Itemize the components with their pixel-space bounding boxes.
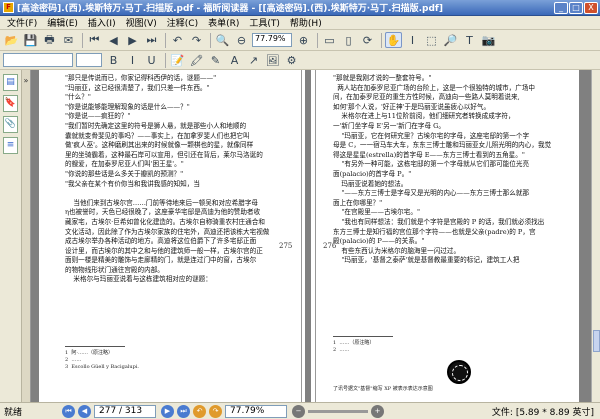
snapshot-icon[interactable]: ⬚ [423,32,440,48]
fit-page-icon[interactable]: ▭ [321,32,338,48]
figure-caption: 了讯号据文"基督"缩写 XP 被表示表达示意图 [333,386,433,392]
main-toolbar: 📂 💾 🖶 ✉ ⏮ ◀ ▶ ⏭ ↶ ↷ 🔍 ⊖ 77.79% ⊕ ▭ ▯ ⟳ ✋… [0,30,600,51]
secondary-toolbar: B I U 📝 🖍 ✎ A ↗ 🖼 ⚙ [0,51,600,70]
save-icon[interactable]: 💾 [22,32,39,48]
left-page: 275 "那只是传说而已，你家记得科西伊的话，谜题——" "玛丽亚，这已经很清楚… [39,70,305,402]
toolbar-separator [317,32,318,48]
zoom-menu-icon[interactable]: 🔍 [214,32,231,48]
menu-form[interactable]: 表单(R) [203,16,244,29]
window-title: [高途密码].(西).埃斯特万·马丁.扫描版.pdf - 福昕阅读器 - [[高… [17,4,443,14]
back-button[interactable]: ↶ [193,404,206,418]
document-view[interactable]: 275 "那只是传说而已，你家记得科西伊的话，谜题——" "玛丽亚，这已经很清楚… [31,70,591,402]
title-bar: F [高途密码].(西).埃斯特万·马丁.扫描版.pdf - 福昕阅读器 - [… [0,0,600,16]
layers-icon[interactable]: ≡ [3,137,18,154]
next-page-icon[interactable]: ▶ [124,32,141,48]
bookmarks-icon[interactable]: 🔖 [3,95,18,112]
expand-arrow-icon[interactable]: » [22,76,30,85]
menu-comment[interactable]: 注释(C) [162,16,203,29]
email-icon[interactable]: ✉ [60,32,77,48]
zoom-slider[interactable] [308,409,368,413]
footnote-rule [65,346,125,347]
camera-icon[interactable]: 📷 [480,32,497,48]
font-select[interactable] [3,53,73,67]
page-number-field[interactable]: 277 / 313 [94,404,156,418]
underline-icon[interactable]: U [143,52,160,68]
toolbar-separator [165,52,166,68]
highlight-icon[interactable]: 🖍 [188,52,205,68]
font-size-select[interactable] [76,53,102,67]
toolbar-separator [381,32,382,48]
right-body-text: "那就是我刚才说的一整套符号。" 两人站在加泰罗尼亚广场的台阶上，这是一个很独特… [333,74,552,265]
status-text: 就绪 [4,407,23,418]
pages-icon[interactable]: ▤ [3,74,18,91]
minimize-button[interactable]: _ [554,1,568,14]
zoom-in-button[interactable]: + [371,404,384,418]
app-icon: F [3,2,14,13]
scroll-thumb[interactable] [593,330,600,352]
find-icon[interactable]: 🔎 [442,32,459,48]
toolbar-separator [165,32,166,48]
zoom-out-button[interactable]: − [292,404,305,418]
forward-icon[interactable]: ↷ [188,32,205,48]
select-text-icon[interactable]: I [404,32,421,48]
back-icon[interactable]: ↶ [169,32,186,48]
zoom-input[interactable]: 77.79% [252,33,292,47]
menu-insert[interactable]: 插入(I) [83,16,121,29]
attachments-icon[interactable]: 📎 [3,116,18,133]
image-icon[interactable]: 🖼 [264,52,281,68]
previous-page-icon[interactable]: ◀ [105,32,122,48]
first-page-button[interactable]: ⏮ [62,404,75,418]
typewriter-icon[interactable]: T [461,32,478,48]
last-page-icon[interactable]: ⏭ [143,32,160,48]
first-page-icon[interactable]: ⏮ [86,32,103,48]
rotate-icon[interactable]: ⟳ [359,32,376,48]
left-footnotes: 1 阿·……（原注略） 2 …… 3 Escollo Güell y Bacig… [65,350,140,371]
navigation-panel: ▤ 🔖 📎 ≡ [0,70,22,402]
fit-width-icon[interactable]: ▯ [340,32,357,48]
toolbar-separator [210,32,211,48]
footnote-rule [333,336,393,337]
open-icon[interactable]: 📂 [3,32,20,48]
previous-page-button[interactable]: ◀ [78,404,91,418]
close-button[interactable]: X [584,1,598,14]
status-bar: 就绪 ⏮ ◀ 277 / 313 ▶ ⏭ ↶ ↷ 77.79% − + 文件: … [0,402,600,419]
page-gutter [315,70,316,402]
menu-edit[interactable]: 编辑(E) [42,16,83,29]
menu-file[interactable]: 文件(F) [2,16,42,29]
zoom-in-icon[interactable]: ⊕ [295,32,312,48]
menu-bar: 文件(F) 编辑(E) 插入(I) 视图(V) 注释(C) 表单(R) 工具(T… [0,16,600,30]
note-icon[interactable]: 📝 [169,52,186,68]
menu-tools[interactable]: 工具(T) [244,16,285,29]
textbox-icon[interactable]: A [226,52,243,68]
zoom-out-icon[interactable]: ⊖ [233,32,250,48]
left-body-text: "那只是传说而已，你家记得科西伊的话，谜题——" "玛丽亚，这已经很清楚了，我们… [65,74,270,284]
right-page: 276 "那就是我刚才说的一整套符号。" 两人站在加泰罗尼亚广场的台阶上，这是一… [311,70,579,402]
menu-help[interactable]: 帮助(H) [285,16,327,29]
menu-view[interactable]: 视图(V) [121,16,162,29]
bold-icon[interactable]: B [105,52,122,68]
arrow-icon[interactable]: ↗ [245,52,262,68]
italic-icon[interactable]: I [124,52,141,68]
vertical-scrollbar[interactable] [591,70,600,402]
panel-collapse-strip[interactable]: » [22,70,31,402]
toolbar-separator [82,32,83,48]
settings-icon[interactable]: ⚙ [283,52,300,68]
chi-rho-figure [447,360,471,384]
hand-tool-icon[interactable]: ✋ [385,32,402,48]
page-gutter [301,70,302,402]
right-footnotes: 1 ……（原注略） 2 …… [333,340,375,354]
zoom-field[interactable]: 77.79% [225,404,287,418]
maximize-button[interactable]: □ [569,1,583,14]
next-page-button[interactable]: ▶ [161,404,174,418]
pencil-icon[interactable]: ✎ [207,52,224,68]
last-page-button[interactable]: ⏭ [177,404,190,418]
file-size-info: 文件: [5.89 * 8.89 英寸] [491,407,594,418]
print-icon[interactable]: 🖶 [41,32,58,48]
forward-button[interactable]: ↷ [209,404,222,418]
